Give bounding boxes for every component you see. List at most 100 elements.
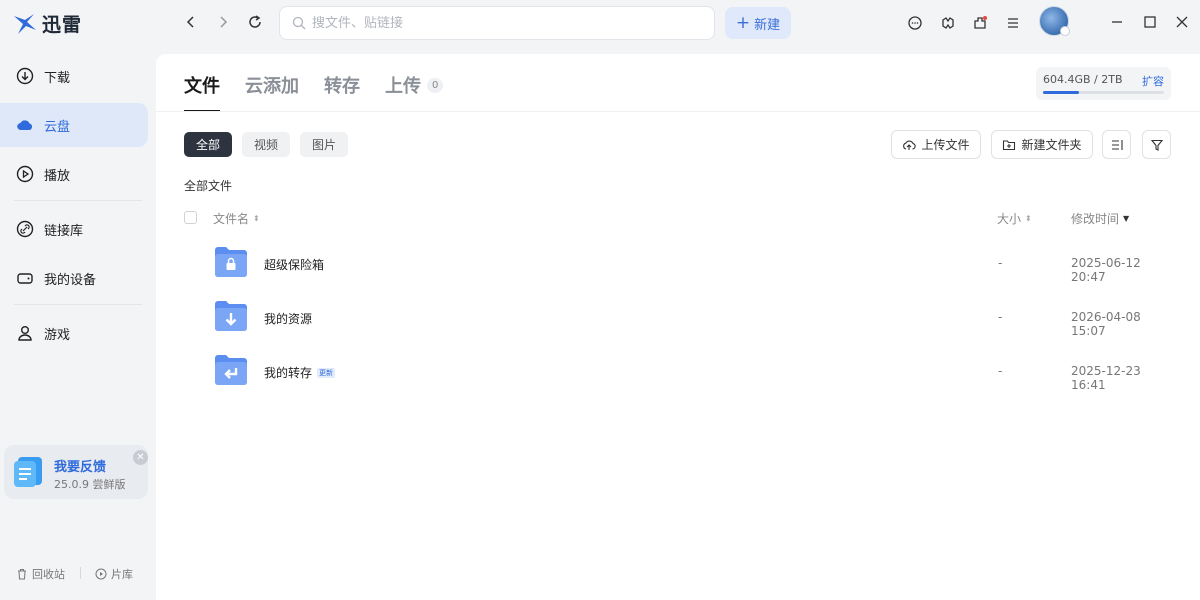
transfer-folder-icon bbox=[215, 355, 247, 385]
refresh-icon bbox=[249, 15, 261, 28]
sidebar-item-label: 游戏 bbox=[44, 327, 71, 343]
file-modified-time: 2025-06-12 20:47 bbox=[1071, 256, 1141, 284]
sidebar-item-play[interactable]: 播放 bbox=[0, 152, 148, 196]
storage-progress-bar bbox=[1043, 91, 1164, 94]
feedback-document-icon bbox=[14, 457, 42, 487]
search-input[interactable] bbox=[312, 15, 702, 31]
message-button[interactable] bbox=[904, 12, 926, 34]
gamepad-icon bbox=[942, 17, 954, 29]
table-row[interactable]: 我的转存 更新 - 2025-12-23 16:41 bbox=[184, 352, 1174, 402]
sidebar-item-my-devices[interactable]: 我的设备 bbox=[0, 256, 148, 300]
minimize-icon bbox=[1112, 21, 1122, 23]
upload-file-button[interactable]: 上传文件 bbox=[891, 130, 981, 159]
storage-usage-text: 604.4GB / 2TB bbox=[1043, 73, 1123, 86]
column-header-label: 修改时间 bbox=[1071, 212, 1120, 226]
filter-image[interactable]: 图片 bbox=[300, 132, 349, 157]
tab-cloud-add[interactable]: 云添加 bbox=[245, 72, 299, 98]
filter-video[interactable]: 视频 bbox=[242, 132, 291, 157]
cloud-icon bbox=[17, 120, 33, 131]
film-library-icon bbox=[95, 568, 107, 580]
tab-transfer[interactable]: 转存 bbox=[324, 72, 360, 98]
column-header-size[interactable]: 大小 ⬍ bbox=[997, 210, 1032, 227]
cloud-upload-icon bbox=[903, 140, 917, 150]
file-modified-time: 2026-04-08 15:07 bbox=[1071, 310, 1141, 338]
search-icon bbox=[292, 16, 306, 30]
tab-bar: 文件 云添加 转存 上传 0 bbox=[184, 72, 444, 112]
game-button[interactable] bbox=[937, 12, 959, 34]
column-header-label: 大小 bbox=[997, 212, 1022, 226]
menu-button[interactable] bbox=[1002, 12, 1024, 34]
file-name-text: 我的资源 bbox=[264, 312, 313, 326]
back-button[interactable] bbox=[181, 12, 201, 32]
download-icon bbox=[16, 67, 34, 85]
expand-storage-link[interactable]: 扩容 bbox=[1142, 73, 1164, 89]
sidebar-item-label: 播放 bbox=[44, 168, 71, 184]
top-bar: 迅雷 + 新建 bbox=[0, 0, 1200, 46]
new-button[interactable]: + 新建 bbox=[725, 7, 791, 39]
chat-bubble-icon bbox=[908, 16, 922, 30]
file-name: 超级保险箱 bbox=[264, 256, 324, 273]
column-header-label: 文件名 bbox=[213, 212, 250, 226]
download-folder-icon bbox=[215, 301, 247, 331]
select-all-checkbox[interactable] bbox=[184, 211, 197, 224]
sort-updown-icon: ⬍ bbox=[253, 213, 260, 223]
table-row[interactable]: 我的资源 - 2026-04-08 15:07 bbox=[184, 298, 1174, 348]
film-library-link[interactable]: 片库 bbox=[95, 566, 133, 582]
feedback-title: 我要反馈 bbox=[54, 460, 107, 475]
file-size: - bbox=[998, 256, 1003, 270]
device-icon bbox=[17, 273, 33, 284]
close-icon: ✕ bbox=[136, 452, 145, 463]
sidebar-item-label: 链接库 bbox=[44, 223, 84, 239]
recycle-bin-label: 回收站 bbox=[32, 568, 65, 581]
filter-all[interactable]: 全部 bbox=[184, 132, 233, 157]
forward-button[interactable] bbox=[213, 12, 233, 32]
minimize-button[interactable] bbox=[1108, 13, 1126, 31]
sidebar-divider bbox=[14, 304, 142, 305]
sort-list-icon bbox=[1111, 139, 1123, 150]
feedback-card[interactable]: 我要反馈 25.0.9 尝鲜版 ✕ bbox=[4, 445, 148, 499]
maximize-icon bbox=[1144, 16, 1156, 28]
plus-icon: + bbox=[735, 13, 751, 33]
tab-files[interactable]: 文件 bbox=[184, 72, 220, 112]
close-button[interactable] bbox=[1173, 13, 1191, 31]
file-name: 我的转存 更新 bbox=[264, 364, 336, 381]
tab-label: 上传 bbox=[385, 76, 421, 97]
new-folder-button[interactable]: 新建文件夹 bbox=[991, 130, 1093, 159]
feedback-close-button[interactable]: ✕ bbox=[133, 450, 148, 465]
link-icon bbox=[16, 220, 34, 238]
storage-quota: 604.4GB / 2TB 扩容 bbox=[1036, 67, 1171, 100]
tab-label: 转存 bbox=[324, 76, 360, 97]
thunder-bird-icon bbox=[14, 13, 36, 34]
file-size: - bbox=[998, 364, 1003, 378]
trash-icon bbox=[18, 569, 26, 580]
safe-folder-icon bbox=[215, 247, 247, 277]
app-logo-text: 迅雷 bbox=[42, 14, 83, 36]
sidebar-item-download[interactable]: 下载 bbox=[0, 54, 148, 98]
tab-label: 文件 bbox=[184, 76, 220, 97]
plugin-button[interactable] bbox=[969, 12, 991, 34]
table-row[interactable]: 超级保险箱 - 2025-06-12 20:47 bbox=[184, 244, 1174, 294]
chevron-left-icon bbox=[186, 16, 194, 28]
column-header-modified[interactable]: 修改时间 ▼ bbox=[1071, 210, 1129, 227]
sidebar-item-cloud[interactable]: 云盘 bbox=[0, 103, 148, 147]
file-size: - bbox=[998, 310, 1003, 324]
filter-button[interactable] bbox=[1142, 130, 1171, 159]
app-logo: 迅雷 bbox=[12, 10, 82, 37]
sort-updown-icon: ⬍ bbox=[1025, 213, 1032, 223]
column-header-name[interactable]: 文件名 ⬍ bbox=[213, 210, 260, 227]
recycle-bin-link[interactable]: 回收站 bbox=[16, 566, 65, 582]
sidebar-item-games[interactable]: 游戏 bbox=[0, 311, 148, 355]
new-folder-label: 新建文件夹 bbox=[1021, 138, 1082, 152]
refresh-button[interactable] bbox=[245, 12, 265, 32]
sidebar-item-link-library[interactable]: 链接库 bbox=[0, 207, 148, 251]
upload-count-badge: 0 bbox=[427, 77, 444, 93]
sort-button[interactable] bbox=[1102, 130, 1131, 159]
sort-descending-icon: ▼ bbox=[1123, 213, 1130, 223]
maximize-button[interactable] bbox=[1141, 13, 1159, 31]
tab-upload[interactable]: 上传 0 bbox=[385, 72, 444, 98]
file-type-filters: 全部 视频 图片 bbox=[184, 132, 349, 157]
breadcrumb: 全部文件 bbox=[184, 179, 233, 193]
update-tag: 更新 bbox=[317, 367, 336, 378]
storage-progress-fill bbox=[1043, 91, 1080, 94]
play-icon bbox=[16, 165, 34, 183]
